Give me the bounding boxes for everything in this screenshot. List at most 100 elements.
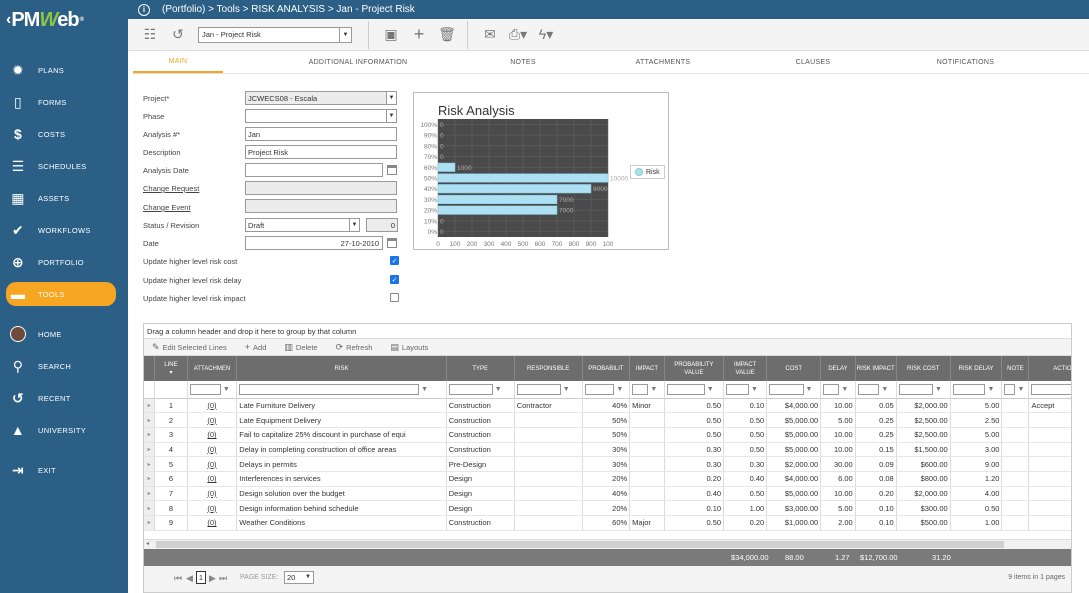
table-row[interactable]: ▸ 1 (0) Late Furniture Delivery Construction… xyxy=(144,398,1071,414)
cell-attachments[interactable]: (0) xyxy=(187,398,238,414)
revision-input[interactable]: 0 xyxy=(366,218,398,232)
col-probability-value[interactable]: PROBABILITY VALUE xyxy=(664,356,725,381)
col-responsible[interactable]: RESPONSIBLE xyxy=(514,356,583,381)
filter-input[interactable] xyxy=(952,383,986,395)
filter-icon[interactable]: ▼ xyxy=(616,386,623,393)
list-icon[interactable]: ☷ xyxy=(142,26,158,43)
filter-input[interactable] xyxy=(189,383,221,395)
filter-input[interactable] xyxy=(632,383,649,395)
cell-attachments[interactable]: (0) xyxy=(187,515,238,531)
calendar-icon[interactable] xyxy=(387,238,397,248)
date-input[interactable]: 27-10-2010 xyxy=(245,236,383,250)
pmweb-logo[interactable]: ‹ PM Web ® xyxy=(0,0,128,40)
trash-icon[interactable]: 🗑 xyxy=(438,26,456,43)
add-row-button[interactable]: + Add xyxy=(245,342,267,352)
row-expand-icon[interactable]: ▸ xyxy=(144,427,156,443)
current-page[interactable]: 1 xyxy=(196,571,206,584)
edit-selected-button[interactable]: ✎ Edit Selected Lines xyxy=(152,342,227,353)
tab-clauses[interactable]: CLAUSES xyxy=(773,52,853,73)
change-request-input[interactable] xyxy=(245,181,397,195)
cell-attachments[interactable]: (0) xyxy=(187,456,238,472)
print-icon[interactable]: ⎙▾ xyxy=(509,26,527,43)
tab-notifications[interactable]: NOTIFICATIONS xyxy=(853,52,1078,73)
next-page-icon[interactable]: ▶ xyxy=(209,573,216,584)
save-icon[interactable]: ▣ xyxy=(383,26,399,43)
cell-attachments[interactable]: (0) xyxy=(187,471,238,487)
update-cost-checkbox[interactable]: ✓ xyxy=(390,256,399,265)
col-risk[interactable]: RISK xyxy=(236,356,447,381)
change-request-link[interactable]: Change Request xyxy=(143,184,199,193)
filter-icon[interactable]: ▼ xyxy=(223,386,230,393)
col-line[interactable]: LINE ▾ xyxy=(154,356,188,381)
sidebar-item-tools[interactable]: ▬ TOOLS xyxy=(6,282,116,306)
cell-attachments[interactable]: (0) xyxy=(187,442,238,458)
delete-row-button[interactable]: ▥ Delete xyxy=(284,342,317,353)
col-impact-value[interactable]: IMPACT VALUE xyxy=(723,356,768,381)
breadcrumb[interactable]: (Portfolio) > Tools > RISK ANALYSIS > Ja… xyxy=(162,4,415,15)
filter-icon[interactable]: ▼ xyxy=(1017,386,1024,393)
filter-icon[interactable]: ▼ xyxy=(881,386,888,393)
sidebar-item-costs[interactable]: $ COSTS xyxy=(0,118,128,150)
row-expand-icon[interactable]: ▸ xyxy=(144,412,156,428)
project-select[interactable]: JCWECS08 - Escala ▼ xyxy=(245,91,397,105)
page-size-select[interactable]: 20 ▼ xyxy=(284,571,314,584)
filter-input[interactable] xyxy=(584,383,615,395)
table-row[interactable]: ▸ 3 (0) Fail to capitalize 25% discount in … xyxy=(144,427,1071,443)
layouts-button[interactable]: ▤ Layouts xyxy=(390,342,428,353)
table-row[interactable]: ▸ 4 (0) Delay in completing construction of… xyxy=(144,442,1071,458)
filter-input[interactable] xyxy=(239,383,420,395)
table-row[interactable]: ▸ 7 (0) Design solution over the budget Desi… xyxy=(144,486,1071,502)
tab-attachments[interactable]: ATTACHMENTS xyxy=(553,52,773,73)
last-page-icon[interactable]: ⏭ xyxy=(219,573,227,584)
description-input[interactable]: Project Risk xyxy=(245,145,397,159)
filter-input[interactable] xyxy=(823,383,840,395)
filter-icon[interactable]: ▼ xyxy=(495,386,502,393)
sidebar-item-home[interactable]: HOME xyxy=(0,318,128,350)
table-row[interactable]: ▸ 9 (0) Weather Conditions Construction 60% Ma… xyxy=(144,515,1071,531)
analysis-number-input[interactable]: Jan xyxy=(245,127,397,141)
filter-icon[interactable]: ▼ xyxy=(563,386,570,393)
record-select[interactable]: Jan - Project Risk ▼ xyxy=(198,26,352,43)
table-row[interactable]: ▸ 2 (0) Late Equipment Delivery Construction… xyxy=(144,412,1071,428)
refresh-button[interactable]: ⟳ Refresh xyxy=(336,342,373,353)
filter-input[interactable] xyxy=(1031,383,1071,395)
row-expand-icon[interactable]: ▸ xyxy=(144,471,156,487)
col-attachments[interactable]: ATTACHMEN xyxy=(187,356,238,381)
row-expand-icon[interactable]: ▸ xyxy=(144,500,156,516)
change-event-link[interactable]: Change Event xyxy=(143,203,191,212)
calendar-icon[interactable] xyxy=(387,165,397,175)
update-impact-checkbox[interactable] xyxy=(390,293,399,302)
sidebar-item-forms[interactable]: ▯ FORMS xyxy=(0,86,128,118)
col-delay[interactable]: DELAY xyxy=(820,356,856,381)
scroll-left-icon[interactable]: ◂ xyxy=(146,540,149,547)
row-expand-icon[interactable]: ▸ xyxy=(144,486,156,502)
sidebar-item-recent[interactable]: ↺ RECENT xyxy=(0,382,128,414)
col-risk-delay[interactable]: RISK DELAY xyxy=(950,356,1003,381)
col-risk-cost[interactable]: RISK COST xyxy=(896,356,951,381)
filter-input[interactable] xyxy=(857,383,880,395)
table-row[interactable]: ▸ 6 (0) Interferences in services Design 20% 0… xyxy=(144,471,1071,487)
scrollbar-thumb[interactable] xyxy=(156,541,1004,548)
filter-icon[interactable]: ▼ xyxy=(935,386,942,393)
col-action[interactable]: ACTION xyxy=(1028,356,1071,381)
filter-input[interactable] xyxy=(666,383,705,395)
status-select[interactable]: Draft ▼ xyxy=(245,218,360,232)
sidebar-item-university[interactable]: ▲ UNIVERSITY xyxy=(0,414,128,446)
cell-attachments[interactable]: (0) xyxy=(187,500,238,516)
cell-attachments[interactable]: (0) xyxy=(187,427,238,443)
sidebar-item-assets[interactable]: ▦ ASSETS xyxy=(0,182,128,214)
history-icon[interactable]: ↺ xyxy=(170,26,186,43)
change-event-input[interactable] xyxy=(245,199,397,213)
update-delay-checkbox[interactable]: ✓ xyxy=(390,275,399,284)
row-expand-icon[interactable]: ▸ xyxy=(144,456,156,472)
col-impact[interactable]: IMPACT xyxy=(629,356,665,381)
info-icon[interactable]: i xyxy=(138,3,150,16)
sidebar-item-portfolio[interactable]: ⊕ PORTFOLIO xyxy=(0,246,128,278)
first-page-icon[interactable]: ⏮ xyxy=(174,573,182,584)
table-row[interactable]: ▸ 5 (0) Delays in permits Pre-Design 30% 0.30 0… xyxy=(144,456,1071,472)
cell-attachments[interactable]: (0) xyxy=(187,412,238,428)
horizontal-scrollbar[interactable]: ◂ xyxy=(144,539,1071,549)
filter-input[interactable] xyxy=(448,383,493,395)
filter-icon[interactable]: ▼ xyxy=(707,386,714,393)
sidebar-item-workflows[interactable]: ✔ WORKFLOWS xyxy=(0,214,128,246)
